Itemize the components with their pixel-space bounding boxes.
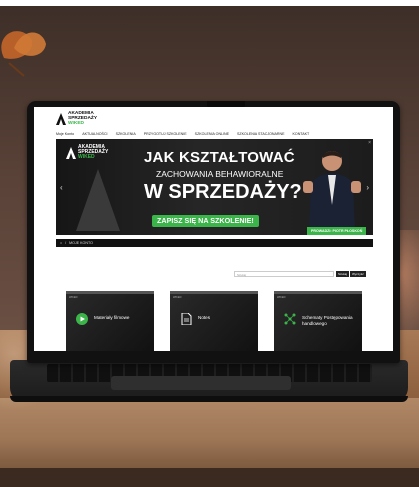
banner-headline2: W SPRZEDAŻY? [144,181,302,203]
site-logo[interactable]: AKADEMIA SPRZEDAŻY WIKED [56,111,97,126]
nav-item-4[interactable]: SZKOLENIA STACJONARNE [237,132,284,136]
card-videos[interactable]: WIKED Materiały filmowe [66,291,154,351]
chevron-left-icon[interactable]: ‹ [60,183,63,192]
search-button[interactable]: Szukaj [336,271,350,277]
card-logo: WIKED [277,296,286,299]
account-link[interactable]: Moje Konto [56,132,74,136]
document-icon [181,313,192,325]
main-nav: Moje Konto AKTUALNOŚCI SZKOLENIA PRZYGOT… [34,129,393,139]
resource-cards: WIKED Materiały filmowe WIKED Notes WIKE… [66,291,366,351]
card-label: Notes [198,315,211,320]
logo-mark-icon [56,112,66,125]
network-icon [284,313,296,325]
close-icon[interactable]: × [368,140,371,146]
card-logo: WIKED [69,296,78,299]
banner-logo-icon [66,146,76,159]
banner-logo-line3: WIKED [78,154,95,160]
card-label: Schematy Postępowania handlowego [302,315,353,326]
banner-graphic [76,169,120,231]
nav-item-5[interactable]: KONTAKT [293,132,310,136]
nav-item-0[interactable]: AKTUALNOŚCI [82,132,107,136]
nav-item-3[interactable]: SZKOLENIA ONLINE [195,132,229,136]
banner-logo-text: AKADEMIA SPRZEDAŻY WIKED [78,145,108,160]
banner-headline: JAK KSZTAŁTOWAĆ [144,149,295,166]
nav-item-1[interactable]: SZKOLENIA [116,132,136,136]
card-top-bar [170,291,258,294]
card-schemes[interactable]: WIKED Schematy Postępowania handlowego [274,291,362,351]
card-top-bar [274,291,362,294]
signup-button[interactable]: ZAPISZ SIĘ NA SZKOLENIE! [152,215,259,227]
search-input[interactable]: Szukaj [234,271,334,277]
laptop-trackpad[interactable] [111,376,291,390]
desk-front [0,468,419,487]
card-label: Materiały filmowe [94,315,130,320]
breadcrumb-current: MOJE KONTO [69,241,93,245]
breadcrumb: ⌂ / MOJE KONTO [56,239,373,247]
plant-decoration [1,31,46,77]
home-icon[interactable]: ⌂ [60,239,62,247]
laptop-lid: AKADEMIA SPRZEDAŻY WIKED Moje Konto AKTU… [27,101,400,363]
laptop-base-edge [10,396,408,402]
logo-text: AKADEMIA SPRZEDAŻY WIKED [68,111,97,126]
banner-subheadline: ZACHOWANIA BEHAWIORALNE [156,169,284,179]
clear-button[interactable]: Wyczyść [350,271,366,277]
laptop-screen: AKADEMIA SPRZEDAŻY WIKED Moje Konto AKTU… [34,107,393,351]
nav-item-2[interactable]: PRZYGOTUJ SZKOLENIE [144,132,187,136]
chevron-right-icon[interactable]: › [366,183,369,192]
card-notes[interactable]: WIKED Notes [170,291,258,351]
breadcrumb-separator: / [65,241,67,245]
logo-line3: WIKED [68,121,84,126]
top-edge [0,0,419,6]
site-header: AKADEMIA SPRZEDAŻY WIKED [34,107,393,129]
banner-logo: AKADEMIA SPRZEDAŻY WIKED [66,145,108,160]
play-icon [76,313,88,325]
hero-banner[interactable]: AKADEMIA SPRZEDAŻY WIKED JAK KSZTAŁTOWAĆ… [56,139,373,235]
card-top-bar [66,291,154,294]
presenter-photo [303,151,361,231]
presenter-badge: PROWADZI: PIOTR PŁOSKOŃ [307,227,367,235]
card-logo: WIKED [173,296,182,299]
